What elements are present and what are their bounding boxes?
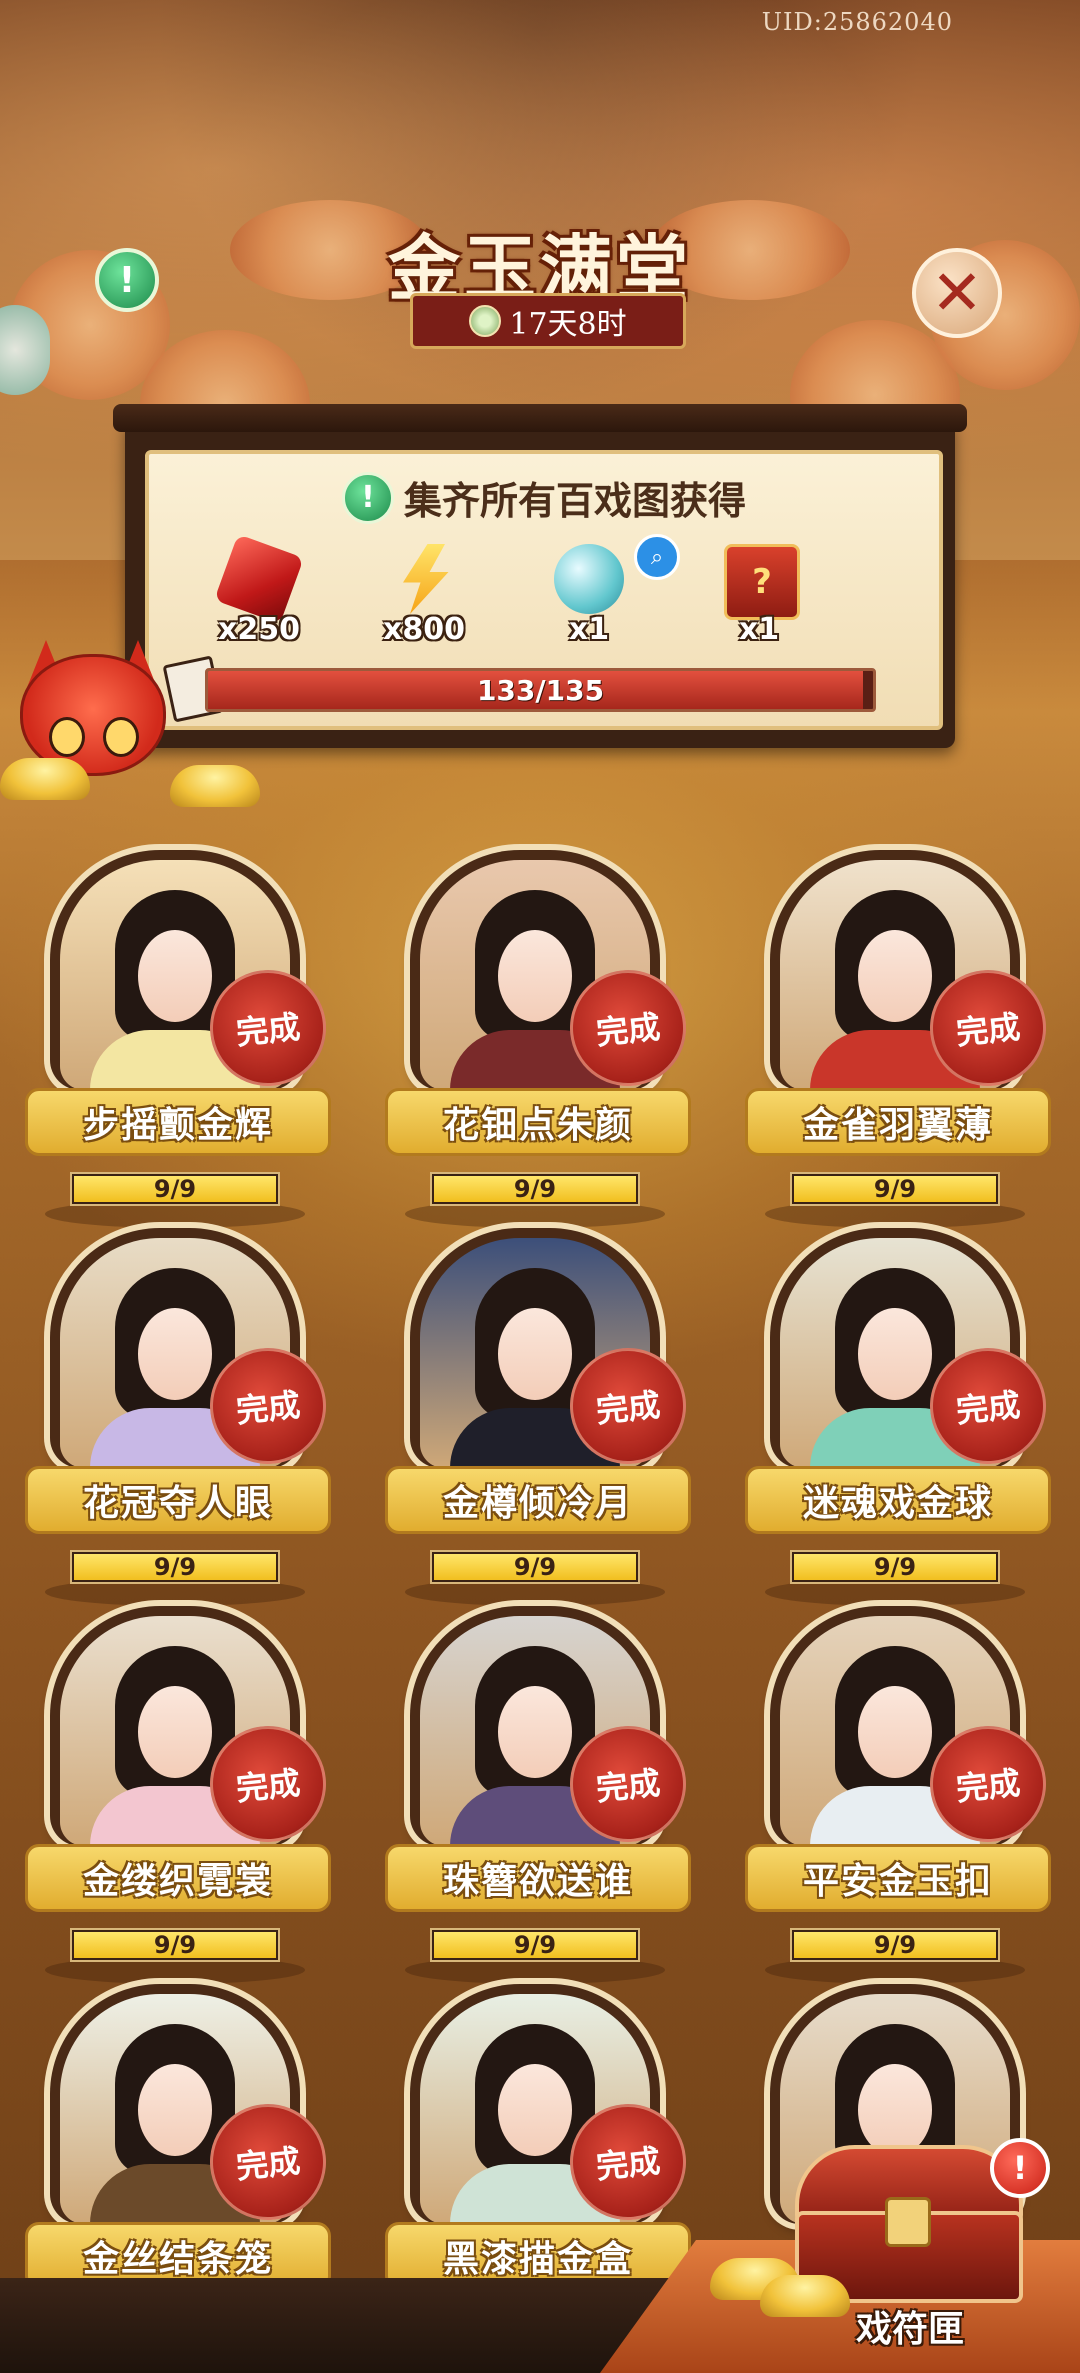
card-progress-text: 9/9 xyxy=(513,1931,557,1959)
card-progress-bar: 9/9 xyxy=(790,1928,1000,1962)
portrait-face xyxy=(858,1686,932,1778)
portrait-face xyxy=(498,2064,572,2156)
card-title: 花冠夺人眼 xyxy=(25,1466,331,1534)
chest-label[interactable]: 戏符匣 xyxy=(800,2300,1020,2352)
card-title: 步摇颤金辉 xyxy=(25,1088,331,1156)
portrait-face xyxy=(498,930,572,1022)
collection-card[interactable]: 完成 花冠夺人眼 9/9 xyxy=(25,1228,332,1608)
portrait-face xyxy=(498,1308,572,1400)
collection-grid: 完成 步摇颤金辉 9/9 完成 花钿点朱颜 9/9 完成 金雀羽翼薄 9/9 完成 花冠夺人眼 9/9… xyxy=(0,0,1080,2373)
portrait-face xyxy=(138,1686,212,1778)
card-progress-bar: 9/9 xyxy=(430,1550,640,1584)
portrait-face xyxy=(498,1686,572,1778)
card-progress-bar: 9/9 xyxy=(70,1172,280,1206)
card-progress-text: 9/9 xyxy=(153,1175,197,1203)
portrait-face xyxy=(858,930,932,1022)
card-progress-bar: 9/9 xyxy=(430,1928,640,1962)
chest-lock-icon xyxy=(885,2197,931,2247)
collection-card[interactable]: 完成 花钿点朱颜 9/9 xyxy=(385,850,692,1230)
card-title: 金雀羽翼薄 xyxy=(745,1088,1051,1156)
card-title: 金缕织霓裳 xyxy=(25,1844,331,1912)
card-progress-text: 9/9 xyxy=(873,1553,917,1581)
card-progress-text: 9/9 xyxy=(873,1931,917,1959)
card-title: 金樽倾冷月 xyxy=(385,1466,691,1534)
card-title: 珠簪欲送谁 xyxy=(385,1844,691,1912)
portrait-face xyxy=(858,1308,932,1400)
card-progress-bar: 9/9 xyxy=(790,1172,1000,1206)
card-progress-bar: 9/9 xyxy=(70,1550,280,1584)
portrait-face xyxy=(138,930,212,1022)
card-title: 迷魂戏金球 xyxy=(745,1466,1051,1534)
collection-card[interactable]: 完成 珠簪欲送谁 9/9 xyxy=(385,1606,692,1986)
card-progress-text: 9/9 xyxy=(873,1175,917,1203)
collection-card[interactable]: 完成 步摇颤金辉 9/9 xyxy=(25,850,332,1230)
portrait-face xyxy=(138,1308,212,1400)
card-progress-text: 9/9 xyxy=(513,1175,557,1203)
card-progress-text: 9/9 xyxy=(513,1553,557,1581)
alert-badge: ! xyxy=(990,2138,1050,2198)
card-progress-text: 9/9 xyxy=(153,1931,197,1959)
opera-token-chest[interactable] xyxy=(795,2145,1023,2303)
card-progress-bar: 9/9 xyxy=(70,1928,280,1962)
portrait-face xyxy=(858,2064,932,2156)
card-progress-bar: 9/9 xyxy=(790,1550,1000,1584)
card-title: 花钿点朱颜 xyxy=(385,1088,691,1156)
portrait-face xyxy=(138,2064,212,2156)
card-title: 平安金玉扣 xyxy=(745,1844,1051,1912)
collection-card[interactable]: 完成 金樽倾冷月 9/9 xyxy=(385,1228,692,1608)
collection-card[interactable]: 完成 金雀羽翼薄 9/9 xyxy=(745,850,1052,1230)
collection-card[interactable]: 完成 平安金玉扣 9/9 xyxy=(745,1606,1052,1986)
card-progress-bar: 9/9 xyxy=(430,1172,640,1206)
collection-card[interactable]: 完成 金缕织霓裳 9/9 xyxy=(25,1606,332,1986)
collection-card[interactable]: 完成 迷魂戏金球 9/9 xyxy=(745,1228,1052,1608)
card-progress-text: 9/9 xyxy=(153,1553,197,1581)
